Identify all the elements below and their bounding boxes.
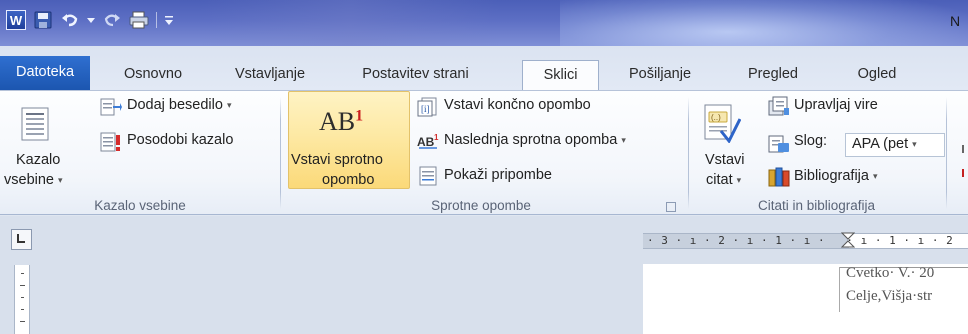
insert-footnote-label-2: opombo	[322, 172, 375, 188]
bibliography-label: Bibliografija ▾	[794, 168, 878, 184]
style-label: Slog:	[794, 133, 828, 149]
add-text-label: Dodaj besedilo ▾	[127, 97, 232, 113]
undo-icon[interactable]	[60, 10, 80, 30]
indent-marker-icon[interactable]	[841, 232, 855, 250]
partial-next-group-icon-2	[958, 169, 968, 179]
toc-group-label: Kazalo vsebine	[94, 198, 186, 213]
next-footnote-icon: AB 1	[417, 133, 439, 149]
show-notes-icon	[419, 166, 437, 186]
footnotes-group-label: Sprotne opombe	[431, 198, 531, 213]
group-separator	[946, 97, 947, 209]
chevron-down-icon: ▾	[57, 174, 63, 185]
insert-citation-icon: (..)	[704, 104, 741, 143]
quick-access-toolbar: W	[6, 9, 174, 31]
tab-postavitev-strani[interactable]: Postavitev strani	[333, 60, 498, 90]
tab-sklici[interactable]: Sklici	[522, 60, 599, 91]
qat-separator	[156, 12, 157, 28]
document-page[interactable]: Cvetko· V.· 20 Celje,Višja·str	[643, 264, 968, 334]
window-title: N	[950, 13, 961, 29]
ruler-tick	[21, 309, 24, 310]
bibliography-icon	[768, 167, 790, 187]
ruler-tick	[20, 321, 25, 322]
document-line-1: Cvetko· V.· 20	[846, 265, 935, 281]
horizontal-ruler[interactable]: · 3 · ı · 2 · ı · 1 · ı · · ı · 1 · ı · …	[643, 232, 968, 250]
redo-icon[interactable]	[102, 10, 122, 30]
table-of-contents-icon	[21, 107, 49, 141]
svg-text:(..): (..)	[711, 113, 721, 122]
ruler-tick	[21, 297, 24, 298]
tab-selector-button[interactable]	[11, 229, 32, 250]
title-bar-glow-2	[200, 0, 500, 46]
svg-text:1: 1	[434, 133, 439, 142]
toc-button-label-2: vsebine ▾	[4, 172, 63, 188]
tab-posiljanje[interactable]: Pošiljanje	[610, 60, 710, 90]
insert-citation-label-2: citat ▾	[706, 172, 742, 188]
ruler-tick	[21, 273, 24, 274]
undo-dropdown-icon[interactable]	[87, 10, 95, 30]
chevron-down-icon: ▾	[872, 170, 878, 181]
group-separator	[280, 97, 281, 209]
dialog-launcher-icon[interactable]	[666, 202, 676, 212]
ribbon-panel: Kazalo vsebine ▾ Dodaj besedilo ▾ Posodobi…	[0, 90, 968, 215]
show-notes-label: Pokaži pripombe	[444, 167, 552, 183]
tab-pregled[interactable]: Pregled	[732, 60, 814, 90]
group-separator	[688, 97, 689, 209]
text-boundary	[839, 267, 840, 312]
save-icon[interactable]	[33, 10, 53, 30]
insert-endnote-icon: [i]	[417, 97, 437, 117]
customize-qat-icon[interactable]	[164, 10, 174, 30]
toc-button-label: Kazalo	[16, 152, 61, 168]
insert-footnote-label: Vstavi sprotno	[291, 152, 383, 168]
citations-group-label: Citati in bibliografija	[757, 198, 876, 213]
svg-text:AB: AB	[417, 135, 435, 149]
manage-sources-label: Upravljaj vire	[794, 97, 878, 113]
tab-vstavljanje[interactable]: Vstavljanje	[215, 60, 325, 90]
insert-footnote-icon: AB1	[319, 107, 364, 136]
chevron-down-icon: ▾	[736, 174, 742, 185]
chevron-down-icon: ▾	[912, 138, 917, 149]
tab-datoteka[interactable]: Datoteka	[0, 56, 90, 90]
left-tab-icon	[17, 234, 25, 243]
document-line-2: Celje,Višja·str	[846, 288, 933, 304]
ribbon-tabs: Datoteka Osnovno Vstavljanje Postavitev …	[0, 46, 968, 91]
update-table-icon	[100, 132, 120, 152]
next-footnote-label: Naslednja sprotna opomba ▾	[444, 132, 626, 148]
word-logo-icon[interactable]: W	[6, 10, 26, 30]
style-select[interactable]: APA (pet ▾	[845, 133, 945, 157]
document-area: · 3 · ı · 2 · ı · 1 · ı · · ı · 1 · ı · …	[0, 216, 968, 334]
title-bar: W N	[0, 0, 968, 46]
chevron-down-icon: ▾	[621, 134, 626, 145]
title-bar-glow	[560, 0, 968, 46]
style-icon	[768, 135, 789, 153]
update-table-label: Posodobi kazalo	[127, 132, 234, 148]
vertical-ruler[interactable]	[14, 265, 30, 334]
print-icon[interactable]	[129, 10, 149, 30]
insert-citation-label: Vstavi	[705, 152, 745, 168]
tab-ogled[interactable]: Ogled	[840, 60, 914, 90]
add-text-icon	[100, 98, 122, 116]
tab-osnovno[interactable]: Osnovno	[103, 60, 203, 90]
ruler-tick	[20, 285, 25, 286]
manage-sources-icon	[768, 96, 789, 116]
ruler-numbers: · 3 · ı · 2 · ı · 1 · ı · · ı · 1 · ı · …	[647, 234, 954, 247]
partial-next-group-icon	[958, 145, 968, 155]
chevron-down-icon: ▾	[226, 99, 232, 110]
insert-endnote-label: Vstavi končno opombo	[444, 97, 591, 113]
svg-text:[i]: [i]	[421, 104, 430, 114]
